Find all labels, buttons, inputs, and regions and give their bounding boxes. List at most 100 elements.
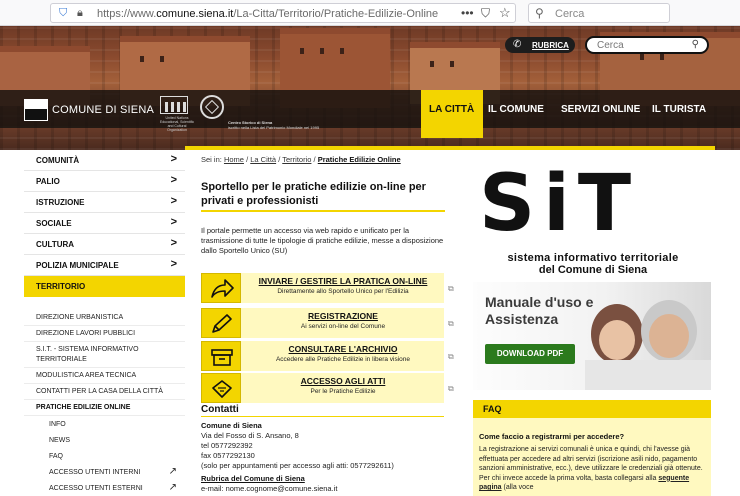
download-pdf-button[interactable]: DOWNLOAD PDF [485, 344, 575, 364]
sidebar-subitem-label: CONTATTI PER LA CASA DELLA CITTÀ [36, 388, 163, 395]
faq-header: FAQ [473, 400, 711, 418]
banner-photo-window [640, 54, 644, 60]
external-link-icon[interactable]: ⧉ [448, 284, 454, 294]
siena-coat-of-arms-icon[interactable] [24, 99, 48, 121]
sidebar-subsub-faq[interactable]: FAQ [24, 449, 185, 464]
page-actions-icon[interactable]: ••• [461, 6, 474, 20]
url-text[interactable]: https://www.comune.siena.it/La-Citta/Ter… [97, 8, 438, 20]
sidebar-subitem-direzione-urbanistica[interactable]: DIREZIONE URBANISTICA [24, 310, 185, 326]
sidebar-item-territorio[interactable]: TERRITORIO [24, 276, 185, 297]
external-link-icon[interactable]: ⧉ [448, 352, 454, 362]
breadcrumb-territory-link[interactable]: Territorio [282, 155, 311, 164]
chevron-right-icon: > [170, 153, 177, 165]
laptop-photo [585, 360, 711, 390]
action-title[interactable]: INVIARE / GESTIRE LA PRATICA ON-LINE [245, 276, 441, 286]
unesco-caption: United Nations Educational, Scientific a… [159, 116, 195, 132]
rubrica-button[interactable]: ✆ RUBRICA [505, 37, 575, 53]
person-photo [649, 314, 689, 358]
nav-item-servizi-online[interactable]: SERVIZI ONLINE [561, 104, 640, 115]
action-title[interactable]: CONSULTARE L'ARCHIVIO [245, 344, 441, 354]
banner-photo-window [430, 61, 434, 67]
nav-item-il-comune[interactable]: IL COMUNE [488, 104, 544, 115]
contact-org: Comune di Siena [201, 421, 262, 430]
sidebar-subsub-label: ACCESSO UTENTI ESTERNI [49, 485, 143, 492]
chevron-right-icon: > [170, 216, 177, 228]
address-bar[interactable]: ⛉ 🔒︎ https://www.comune.siena.it/La-Citt… [50, 3, 516, 23]
sidebar-subitem-contatti-casa[interactable]: CONTATTI PER LA CASA DELLA CITTÀ [24, 384, 185, 400]
sidebar-item-cultura[interactable]: CULTURA > [24, 234, 185, 255]
banner-photo-window [660, 54, 664, 60]
nav-item-il-turista[interactable]: IL TURISTA [652, 104, 706, 115]
sidebar-item-palio[interactable]: PALIO > [24, 171, 185, 192]
sidebar-item-label: POLIZIA MUNICIPALE [36, 261, 119, 270]
banner-photo-window [320, 48, 324, 54]
breadcrumb-home-link[interactable]: Home [224, 155, 244, 164]
page-title: Sportello per le pratiche edilizie on-li… [201, 181, 426, 207]
breadcrumb-city-link[interactable]: La Città [250, 155, 276, 164]
site-search-input[interactable]: Cerca ⚲ [585, 36, 709, 54]
sidebar-subitem-label: DIREZIONE URBANISTICA [36, 314, 124, 321]
lock-icon[interactable]: 🔒︎ [77, 7, 83, 20]
site-header: ✆ RUBRICA Cerca ⚲ COMUNE DI SIENA United… [0, 26, 740, 150]
external-link-icon[interactable]: ⧉ [448, 319, 454, 329]
browser-search-box[interactable]: ⚲ Cerca [528, 3, 670, 23]
banner-photo-window [140, 56, 144, 62]
sidebar-subitem-label: S.I.T. - SISTEMA INFORMATIVO TERRITORIAL… [36, 346, 139, 363]
phone-icon: ✆ [513, 39, 522, 50]
action-subtitle: Per le Pratiche Edilizie [310, 388, 376, 395]
sidebar-subsub-label: INFO [49, 421, 66, 428]
breadcrumb-prefix: Sei in: [201, 155, 222, 164]
contact-email: e-mail: nome.cognome@comune.siena.it [201, 484, 338, 493]
search-icon[interactable]: ⚲ [692, 39, 699, 50]
sidebar-subsub-label: ACCESSO UTENTI INTERNI [49, 469, 141, 476]
browser-search-placeholder: Cerca [555, 8, 585, 20]
sidebar-subitem-sit[interactable]: S.I.T. - SISTEMA INFORMATIVO TERRITORIAL… [24, 342, 185, 368]
sidebar-item-istruzione[interactable]: ISTRUZIONE > [24, 192, 185, 213]
sidebar-subsub-utenti-interni[interactable]: ACCESSO UTENTI INTERNI ↗ [24, 465, 185, 480]
rubrica-label: RUBRICA [532, 41, 569, 50]
rubrica-link[interactable]: Rubrica del Comune di Siena [201, 474, 305, 483]
external-link-icon: ↗ [168, 466, 177, 477]
sit-caption-line2: del Comune di Siena [538, 264, 648, 276]
sidebar-subsub-news[interactable]: NEWS [24, 433, 185, 448]
browser-toolbar: ⛉ 🔒︎ https://www.comune.siena.it/La-Citt… [0, 0, 740, 26]
manual-banner[interactable]: Manuale d'uso e Assistenza DOWNLOAD PDF [473, 282, 711, 390]
header-accent-bar [185, 146, 715, 150]
faq-answer: La registrazione ai servizi comunali è u… [479, 446, 703, 491]
sidebar-item-polizia-municipale[interactable]: POLIZIA MUNICIPALE > [24, 255, 185, 276]
contact-address: Via del Fosso di S. Ansano, 8 [201, 431, 299, 440]
sidebar-item-comunita[interactable]: COMUNITÀ > [24, 150, 185, 171]
external-link-icon[interactable]: ⧉ [448, 384, 454, 394]
sidebar-subsub-info[interactable]: INFO [24, 417, 185, 432]
bookmark-star-icon[interactable]: ☆ [499, 5, 511, 21]
site-logo-text[interactable]: COMUNE DI SIENA [52, 104, 154, 116]
tracking-shield-icon[interactable]: ⛉ [59, 7, 67, 20]
sidebar-item-sociale[interactable]: SOCIALE > [24, 213, 185, 234]
nav-item-la-citta[interactable]: LA CITTÀ [429, 104, 474, 115]
faq-heading: FAQ [483, 404, 502, 414]
chevron-right-icon: > [170, 174, 177, 186]
action-title[interactable]: REGISTRAZIONE [245, 311, 441, 321]
action-consultare-archivio[interactable]: CONSULTARE L'ARCHIVIO Accedere alle Prat… [201, 341, 454, 371]
sidebar-subitem-direzione-lavori-pubblici[interactable]: DIREZIONE LAVORI PUBBLICI [24, 326, 185, 342]
breadcrumb-separator: / [246, 155, 249, 164]
title-divider [201, 210, 445, 212]
chevron-right-icon: > [170, 195, 177, 207]
action-accesso-atti[interactable]: ACCESSO AGLI ATTI Per le Pratiche Ediliz… [201, 373, 454, 403]
intro-text: Il portale permette un accesso via web r… [201, 226, 444, 255]
action-subtitle: Accedere alle Pratiche Edilizie in liber… [275, 356, 411, 363]
sidebar-subitem-pratiche-edilizie[interactable]: PRATICHE EDILIZIE ONLINE [24, 400, 185, 416]
action-inviare-pratica[interactable]: INVIARE / GESTIRE LA PRATICA ON-LINE Dir… [201, 273, 454, 303]
sidebar-item-label: PALIO [36, 177, 60, 186]
sidebar-subsub-utenti-esterni[interactable]: ACCESSO UTENTI ESTERNI ↗ [24, 481, 185, 496]
sidebar-subitem-modulistica[interactable]: MODULISTICA AREA TECNICA [24, 368, 185, 384]
sit-logo: SiT [479, 159, 640, 249]
sit-banner[interactable]: SiT sistema informativo territoriale del… [473, 160, 713, 278]
action-title[interactable]: ACCESSO AGLI ATTI [245, 376, 441, 386]
sit-caption-line1: sistema informativo territoriale [507, 252, 679, 264]
search-icon: ⚲ [535, 6, 544, 20]
sidebar-subsub-label: NEWS [49, 437, 70, 444]
pocket-icon[interactable]: ⛉ [481, 6, 490, 21]
world-heritage-logo-icon [200, 95, 224, 119]
action-registrazione[interactable]: REGISTRAZIONE Ai servizi on-line del Com… [201, 308, 454, 338]
